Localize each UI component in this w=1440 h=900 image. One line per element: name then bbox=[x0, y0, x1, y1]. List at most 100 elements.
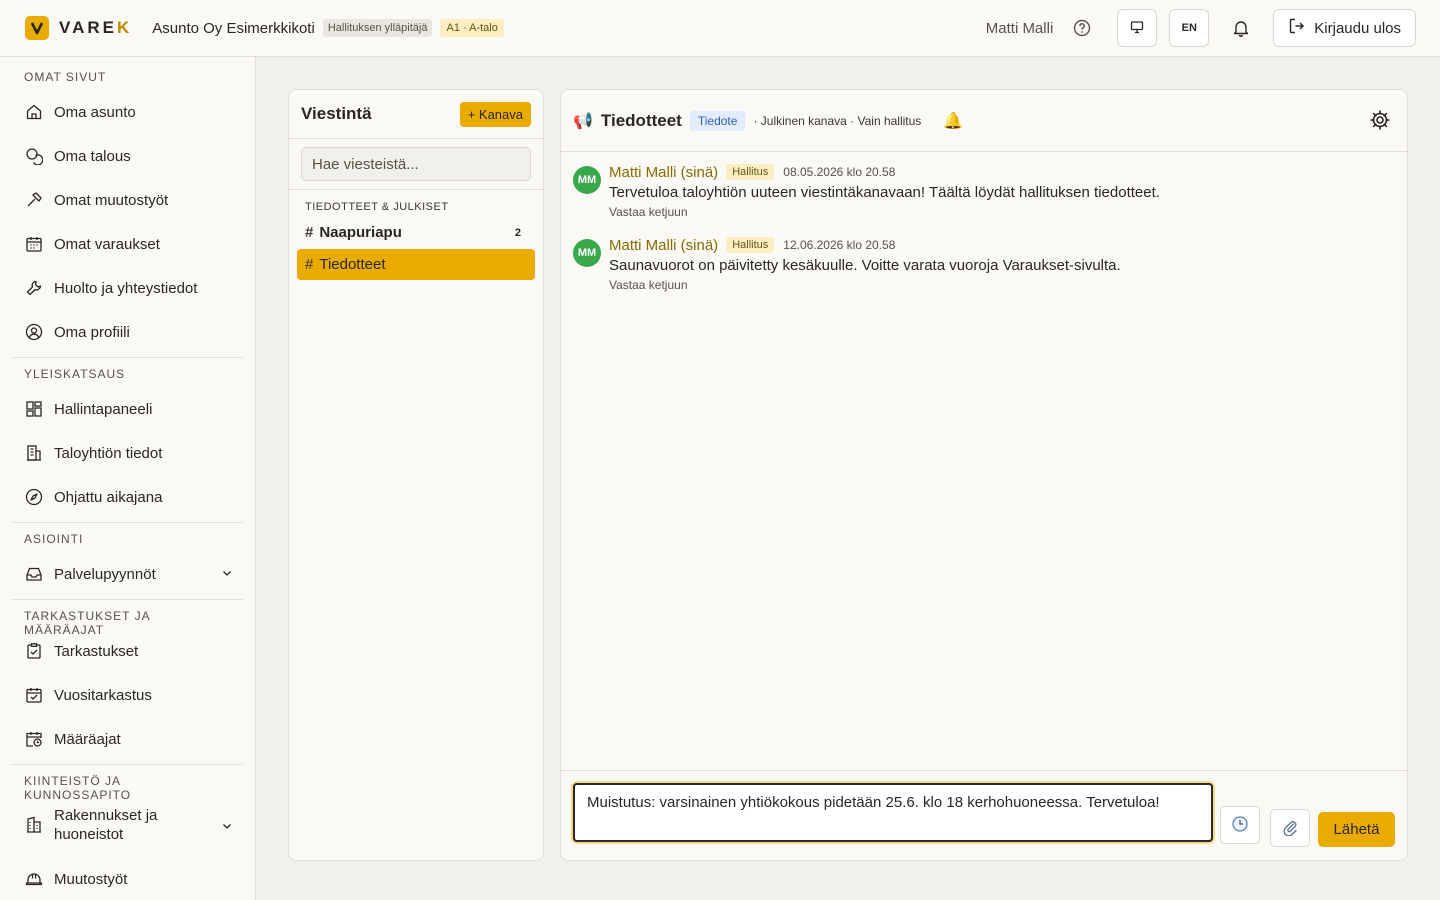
channel-name: Naapuriapu bbox=[319, 224, 402, 241]
message-text: Tervetuloa taloyhtiön uuteen viestintäka… bbox=[609, 184, 1160, 201]
attach-button[interactable] bbox=[1270, 809, 1310, 847]
sidebar: OMAT SIVUT Oma asunto Oma talous Omat mu… bbox=[0, 57, 256, 900]
conversation-title: Tiedotteet bbox=[600, 110, 682, 130]
notification-bell-icon[interactable]: 🔔 bbox=[943, 111, 963, 131]
logout-label: Kirjaudu ulos bbox=[1314, 19, 1401, 37]
unread-count: 2 bbox=[514, 226, 521, 239]
sidebar-item-ohjattu-aikajana[interactable]: Ohjattu aikajana bbox=[12, 477, 243, 517]
chevron-down-icon[interactable] bbox=[221, 819, 233, 836]
calendar-icon bbox=[24, 234, 44, 254]
sidebar-divider bbox=[12, 764, 243, 765]
sidebar-item-label: Ohjattu aikajana bbox=[54, 488, 163, 506]
message-composer: Muistutus: varsinainen yhtiökokous pidet… bbox=[561, 770, 1407, 860]
hammer-icon bbox=[24, 190, 44, 210]
sidebar-item-label: Oma talous bbox=[54, 147, 131, 165]
sidebar-divider bbox=[12, 357, 243, 358]
sidebar-item-huolto[interactable]: Huolto ja yhteystiedot bbox=[12, 268, 243, 308]
building-icon bbox=[24, 443, 44, 463]
company-name: Asunto Oy Esimerkkikoti bbox=[152, 19, 315, 37]
user-name: Matti Malli bbox=[985, 19, 1054, 37]
paperclip-icon bbox=[1281, 818, 1299, 839]
channel-meta: · Julkinen kanava · Vain hallitus bbox=[753, 113, 922, 128]
sidebar-item-label: Omat varaukset bbox=[54, 235, 160, 253]
sidebar-item-tarkastukset[interactable]: Tarkastukset bbox=[12, 631, 243, 671]
schedule-button[interactable] bbox=[1220, 806, 1260, 844]
send-button[interactable]: Lähetä bbox=[1318, 812, 1395, 847]
sidebar-item-label: Määräajat bbox=[54, 730, 121, 748]
sidebar-divider bbox=[12, 599, 243, 600]
hard-hat-icon bbox=[24, 869, 44, 889]
section-title-omat-sivut: OMAT SIVUT bbox=[24, 70, 107, 84]
sidebar-item-muutostyot[interactable]: Muutostyöt bbox=[12, 859, 243, 899]
compass-icon bbox=[24, 487, 44, 507]
sidebar-item-oma-talous[interactable]: Oma talous bbox=[12, 136, 243, 176]
dashboard-icon bbox=[24, 399, 44, 419]
channel-panel: Viestintä + Kanava Hae viesteistä... TIE… bbox=[288, 89, 544, 861]
sidebar-item-label: Huolto ja yhteystiedot bbox=[54, 279, 198, 297]
building-columns-icon bbox=[24, 815, 44, 835]
section-title-yleiskatsaus: YLEISKATSAUS bbox=[24, 367, 126, 381]
message-author[interactable]: Matti Malli (sinä) bbox=[609, 164, 718, 181]
home-icon bbox=[24, 102, 44, 122]
notifications-bell-icon[interactable] bbox=[1221, 9, 1261, 47]
sidebar-item-label: Muutostyöt bbox=[54, 870, 128, 888]
logout-button[interactable]: Kirjaudu ulos bbox=[1273, 9, 1416, 47]
gear-icon[interactable] bbox=[1369, 109, 1391, 134]
display-mode-button[interactable] bbox=[1117, 9, 1158, 47]
sidebar-item-omat-varaukset[interactable]: Omat varaukset bbox=[12, 224, 243, 264]
channel-item-naapuriapu[interactable]: # Naapuriapu 2 bbox=[297, 217, 535, 248]
sidebar-item-oma-profiili[interactable]: Oma profiili bbox=[12, 312, 243, 352]
reply-in-thread-link[interactable]: Vastaa ketjuun bbox=[609, 205, 1389, 219]
top-bar: VAREK Asunto Oy Esimerkkikoti Hallitukse… bbox=[0, 0, 1440, 57]
sidebar-item-label: Tarkastukset bbox=[54, 642, 139, 660]
sidebar-item-rakennukset[interactable]: Rakennukset ja huoneistot bbox=[12, 797, 243, 853]
channel-name: Tiedotteet bbox=[319, 256, 386, 273]
sidebar-item-maaraajat[interactable]: Määräajat bbox=[12, 719, 243, 759]
monitor-icon bbox=[1130, 20, 1144, 37]
clipboard-check-icon bbox=[24, 641, 44, 661]
inbox-icon bbox=[24, 564, 44, 584]
unit-badge: A1 · A-talo bbox=[440, 19, 504, 37]
message-input[interactable]: Muistutus: varsinainen yhtiökokous pidet… bbox=[573, 783, 1213, 842]
channel-type-tag: Tiedote bbox=[689, 110, 746, 131]
language-button[interactable]: EN bbox=[1169, 9, 1210, 47]
author-role-badge: Hallitus bbox=[726, 164, 775, 180]
sidebar-item-palvelupyynnot[interactable]: Palvelupyynnöt bbox=[12, 554, 243, 594]
sidebar-item-vuositarkastus[interactable]: Vuositarkastus bbox=[12, 675, 243, 715]
help-icon[interactable] bbox=[1067, 13, 1097, 43]
message-author[interactable]: Matti Malli (sinä) bbox=[609, 237, 718, 254]
sidebar-item-oma-asunto[interactable]: Oma asunto bbox=[12, 92, 243, 132]
reply-in-thread-link[interactable]: Vastaa ketjuun bbox=[609, 278, 1389, 292]
add-channel-button[interactable]: + Kanava bbox=[459, 101, 531, 127]
clock-icon bbox=[1231, 815, 1249, 836]
sidebar-item-hallintapaneeli[interactable]: Hallintapaneeli bbox=[12, 389, 243, 429]
sidebar-item-label: Rakennukset ja huoneistot bbox=[54, 807, 158, 843]
sidebar-item-label: Taloyhtiön tiedot bbox=[54, 444, 163, 462]
logo[interactable]: VAREK bbox=[25, 16, 132, 40]
author-role-badge: Hallitus bbox=[726, 237, 775, 253]
channel-item-tiedotteet[interactable]: # Tiedotteet bbox=[297, 249, 535, 280]
calendar-clock-icon bbox=[24, 729, 44, 749]
section-title-kiinteisto: KIINTEISTÖ JA KUNNOSSAPITO bbox=[24, 774, 132, 802]
message-time: 12.06.2026 klo 20.58 bbox=[783, 238, 896, 252]
sidebar-item-label: Oma profiili bbox=[54, 323, 130, 341]
calendar-check-icon bbox=[24, 685, 44, 705]
sidebar-item-label: Oma asunto bbox=[54, 103, 136, 121]
sidebar-item-taloyhtion-tiedot[interactable]: Taloyhtiön tiedot bbox=[12, 433, 243, 473]
sidebar-item-omat-muutostyot[interactable]: Omat muutostyöt bbox=[12, 180, 243, 220]
sidebar-divider bbox=[12, 522, 243, 523]
sidebar-item-label: Palvelupyynnöt bbox=[54, 565, 156, 583]
sidebar-item-label: Omat muutostyöt bbox=[54, 191, 169, 209]
chevron-down-icon[interactable] bbox=[221, 566, 233, 583]
conversation-header: 📢 Tiedotteet Tiedote · Julkinen kanava ·… bbox=[561, 90, 1407, 152]
logout-icon bbox=[1288, 17, 1314, 39]
user-circle-icon bbox=[24, 322, 44, 342]
language-label: EN bbox=[1181, 22, 1197, 34]
hash-icon: # bbox=[305, 224, 314, 241]
hash-icon: # bbox=[305, 256, 314, 273]
avatar: MM bbox=[573, 166, 601, 194]
sidebar-item-label: Hallintapaneeli bbox=[54, 400, 153, 418]
megaphone-icon: 📢 bbox=[573, 112, 593, 130]
coins-icon bbox=[24, 146, 44, 166]
message-search-input[interactable]: Hae viesteistä... bbox=[301, 147, 531, 181]
